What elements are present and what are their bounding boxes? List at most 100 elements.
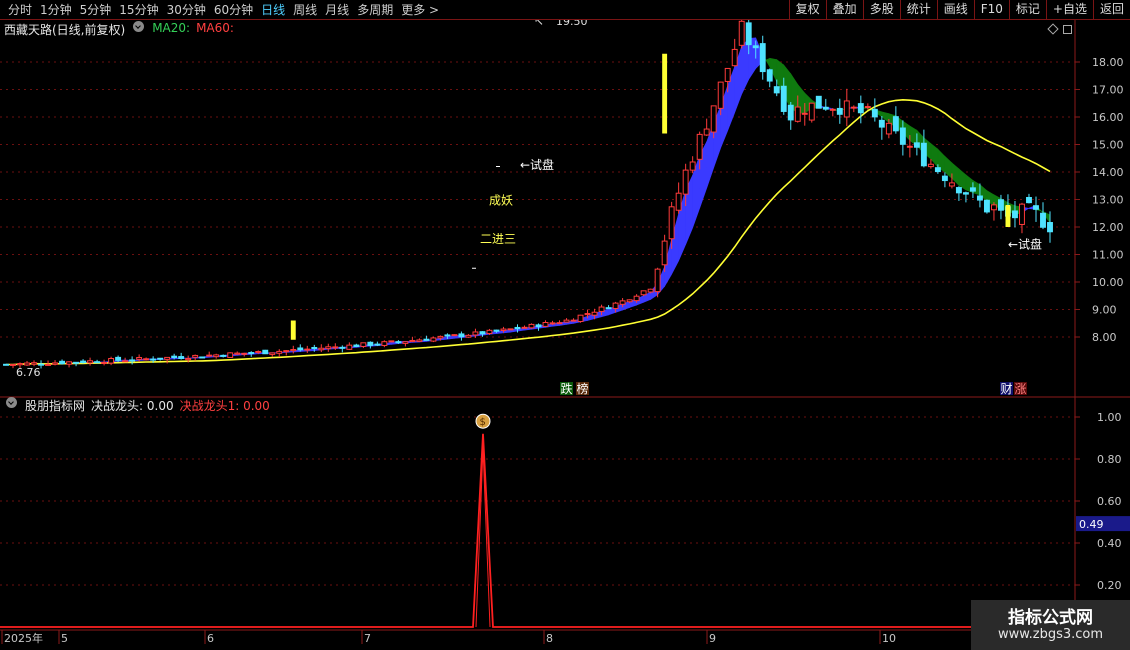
candle-body [640, 290, 647, 296]
time-axis-label: 8 [546, 632, 553, 645]
candle-body [297, 347, 304, 351]
ma-ribbon-segment [958, 168, 967, 191]
candle-body [1019, 203, 1025, 225]
candle-body [668, 206, 675, 240]
period-tab-7[interactable]: 周线 [289, 2, 321, 18]
candle-body [661, 240, 668, 266]
erjinsan-label: 二进三 [480, 232, 516, 246]
candle-body [66, 361, 73, 365]
candle-body [318, 347, 325, 351]
candle-body [353, 344, 360, 347]
candle-body [906, 145, 913, 148]
candle-body [38, 363, 44, 366]
candle-body [227, 352, 234, 358]
low-price-label: 6.76 [16, 366, 41, 379]
candle-body [626, 299, 633, 303]
period-tab-1[interactable]: 1分钟 [36, 2, 76, 18]
candle-body [892, 116, 899, 132]
candle-body [178, 356, 185, 359]
candle-body [542, 322, 549, 327]
ma-ribbon-segment [951, 162, 960, 187]
ma-ribbon-segment [930, 143, 939, 169]
candle-body [913, 142, 920, 148]
period-tab-4[interactable]: 30分钟 [163, 2, 210, 18]
candle-body [745, 22, 752, 46]
test-label-2: ←试盘 [1008, 237, 1042, 252]
dropdown-icon[interactable] [6, 397, 17, 408]
period-tab-3[interactable]: 15分钟 [115, 2, 162, 18]
indicator-name[interactable]: 股朋指标网 [25, 397, 85, 413]
toolbar-button-5[interactable]: F10 [973, 0, 1009, 20]
candle-body [395, 341, 402, 344]
candle-body [346, 344, 353, 350]
candle-body [696, 133, 703, 160]
period-tab-10[interactable]: 更多 > [397, 2, 443, 18]
period-tab-0[interactable]: 分时 [4, 2, 36, 18]
candle-body [451, 334, 458, 337]
toolbar-button-1[interactable]: 叠加 [825, 0, 863, 20]
candle-body [955, 187, 962, 194]
toolbar-button-2[interactable]: 多股 [862, 0, 900, 20]
candle-body [381, 341, 388, 346]
candle-body [248, 352, 255, 355]
candle-body [206, 354, 213, 357]
candle-body [500, 328, 507, 331]
period-tab-8[interactable]: 月线 [321, 2, 353, 18]
candle-body [927, 163, 934, 168]
candle-body [437, 335, 444, 339]
candle-body [1047, 222, 1053, 233]
period-tab-2[interactable]: 5分钟 [76, 2, 116, 18]
period-tab-9[interactable]: 多周期 [353, 2, 397, 18]
toolbar-button-7[interactable]: +自选 [1045, 0, 1093, 20]
candle-body [108, 357, 115, 364]
signal-candle [290, 320, 296, 340]
toolbar-button-4[interactable]: 画线 [936, 0, 974, 20]
candle-body [10, 363, 16, 366]
candle-body [472, 331, 479, 336]
candle-body [24, 362, 30, 366]
candle-body [941, 175, 948, 182]
kline-chart[interactable]: 18.00 17.00 16.00 15.00 14.00 13.00 12.00 11.00… [0, 20, 1130, 650]
candle-body [1026, 196, 1032, 204]
ma-long-line [6, 98, 1051, 366]
period-tab-6[interactable]: 日线 [257, 2, 289, 18]
price-tick-label: 11.00 [1092, 249, 1124, 262]
toolbar-button-0[interactable]: 复权 [788, 0, 826, 20]
toolbar-button-3[interactable]: 统计 [899, 0, 937, 20]
candle-body [87, 360, 94, 364]
toolbar-button-6[interactable]: 标记 [1008, 0, 1046, 20]
toolbar-button-8[interactable]: 返回 [1092, 0, 1130, 20]
watermark-title: 指标公式网 [1008, 608, 1093, 628]
price-tick-label: 16.00 [1092, 111, 1124, 124]
indicator-tick-label: 1.00 [1097, 411, 1122, 424]
candle-body [220, 354, 227, 357]
candle-body [115, 356, 122, 361]
candle-body [654, 268, 661, 293]
site-watermark: 指标公式网 www.zbgs3.com [971, 600, 1130, 650]
signal-candle [1005, 205, 1011, 227]
candle-body [290, 349, 297, 352]
price-tick-label: 15.00 [1092, 139, 1124, 152]
candle-body [45, 363, 51, 366]
candle-body [773, 86, 780, 94]
candle-body [577, 314, 584, 322]
indicator-tick-label: 0.60 [1097, 495, 1122, 508]
candle-body [283, 350, 290, 353]
candle-body [269, 352, 276, 355]
candle-body [717, 81, 724, 109]
candle-body [850, 106, 857, 109]
event-zhang: 涨 [1015, 381, 1027, 396]
candle-body [255, 351, 262, 354]
period-tab-5[interactable]: 60分钟 [210, 2, 257, 18]
candle-body [465, 334, 472, 338]
candle-body [794, 106, 801, 122]
watermark-url: www.zbgs3.com [997, 627, 1104, 642]
candle-body [157, 357, 164, 360]
candle-body [563, 319, 570, 323]
candle-body [304, 348, 311, 351]
candle-body [332, 346, 339, 349]
candle-body [423, 338, 430, 341]
candle-body [213, 354, 220, 358]
candle-body [367, 341, 374, 346]
candle-body [416, 339, 423, 342]
